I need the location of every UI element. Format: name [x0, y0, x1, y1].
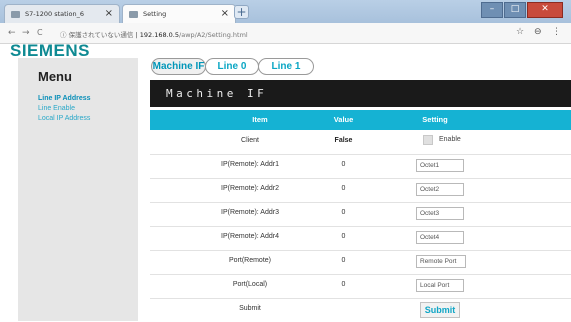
menu-icon[interactable]: ⋮: [552, 27, 561, 37]
url-path: /awp/A2/Setting.html: [179, 30, 248, 39]
row-value: 0: [341, 185, 346, 192]
table-row: Port(Remote) 0 Remote Port: [150, 250, 571, 275]
table-row: IP(Remote): Addr3 0 Octet3: [150, 202, 571, 227]
sidebar: Menu Line IP Address Line Enable Local I…: [18, 58, 138, 321]
column-header-item: Item: [252, 115, 268, 124]
table-row-client: Client False Enable: [150, 130, 571, 155]
row-value: 0: [341, 281, 346, 288]
tab-close-icon[interactable]: ×: [105, 8, 113, 19]
minimize-button[interactable]: –: [481, 2, 503, 18]
row-value: False: [334, 137, 353, 144]
row-item: Submit: [239, 305, 261, 312]
security-warning: ⓘ 保護されていない通信: [60, 30, 134, 39]
enable-checkbox-label: Enable: [439, 136, 461, 143]
column-header-value: Value: [333, 115, 354, 124]
maximize-button[interactable]: □: [504, 2, 526, 18]
window-controls: – □ ✕: [480, 2, 563, 18]
url-field[interactable]: ⓘ 保護されていない通信 | 192.168.0.5/awp/A2/Settin…: [60, 29, 248, 39]
column-header-setting: Setting: [422, 115, 448, 124]
submit-button[interactable]: Submit: [420, 302, 460, 318]
enable-checkbox[interactable]: [423, 135, 433, 145]
octet1-input[interactable]: Octet1: [416, 159, 464, 172]
tab-label: Setting: [143, 10, 167, 18]
page-title: Machine IF: [166, 87, 268, 100]
table-header: Item Value Setting: [150, 110, 571, 130]
octet4-input[interactable]: Octet4: [416, 231, 464, 244]
octet3-input[interactable]: Octet3: [416, 207, 464, 220]
browser-tab-station[interactable]: S7-1200 station_6 ×: [4, 4, 120, 23]
new-tab-button[interactable]: +: [234, 5, 249, 19]
tab-close-icon[interactable]: ×: [221, 8, 229, 19]
row-value: 0: [341, 257, 346, 264]
back-arrow-icon[interactable]: ←: [8, 28, 16, 38]
url-host: 192.168.0.5: [139, 30, 180, 39]
row-value: 0: [341, 209, 346, 216]
menu-title: Menu: [38, 69, 72, 84]
tab-label: S7-1200 station_6: [25, 10, 84, 18]
page-header-bar: Machine IF: [150, 80, 571, 107]
reload-icon[interactable]: C: [37, 28, 43, 37]
browser-tab-setting[interactable]: Setting ×: [122, 4, 236, 23]
sidebar-item-line-enable[interactable]: Line Enable: [38, 105, 75, 112]
page-icon: [129, 11, 138, 18]
table-row-submit: Submit Submit: [150, 298, 571, 322]
sidebar-item-local-ip-address[interactable]: Local IP Address: [38, 115, 90, 122]
star-icon[interactable]: ☆: [516, 27, 524, 37]
table-row: IP(Remote): Addr2 0 Octet2: [150, 178, 571, 203]
local-port-input[interactable]: Local Port: [416, 279, 464, 292]
machine-if-button[interactable]: Machine IF: [151, 58, 206, 75]
sidebar-item-line-ip-address[interactable]: Line IP Address: [38, 95, 91, 102]
row-value: 0: [341, 233, 346, 240]
close-window-button[interactable]: ✕: [527, 2, 563, 18]
forward-arrow-icon[interactable]: →: [22, 28, 30, 38]
table-row: IP(Remote): Addr1 0 Octet1: [150, 154, 571, 179]
octet2-input[interactable]: Octet2: [416, 183, 464, 196]
remote-port-input[interactable]: Remote Port: [416, 255, 466, 268]
row-value: 0: [341, 161, 346, 168]
line-1-button[interactable]: Line 1: [258, 58, 314, 75]
table-row: Port(Local) 0 Local Port: [150, 274, 571, 299]
page-icon: [11, 11, 20, 18]
line-0-button[interactable]: Line 0: [205, 58, 259, 75]
table-row: IP(Remote): Addr4 0 Octet4: [150, 226, 571, 251]
browser-title-bar: S7-1200 station_6 × Setting × + – □ ✕: [0, 0, 571, 23]
profile-icon[interactable]: ⊖: [534, 27, 542, 37]
